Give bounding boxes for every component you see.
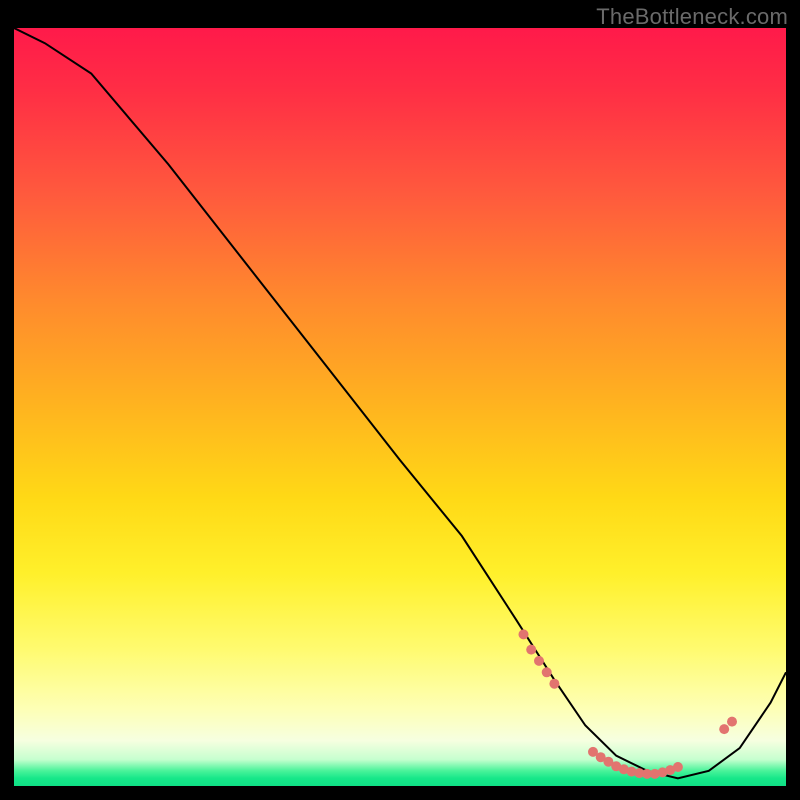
data-dot xyxy=(549,679,559,689)
curve-line xyxy=(14,28,786,778)
data-dot xyxy=(727,717,737,727)
data-dot xyxy=(673,762,683,772)
chart-container: TheBottleneck.com xyxy=(0,0,800,800)
data-dot xyxy=(719,724,729,734)
data-dot xyxy=(542,667,552,677)
data-dot xyxy=(526,645,536,655)
plot-area xyxy=(14,28,786,786)
data-dots xyxy=(519,629,738,779)
attribution-text: TheBottleneck.com xyxy=(596,4,788,30)
data-dot xyxy=(534,656,544,666)
bottleneck-curve xyxy=(14,28,786,786)
data-dot xyxy=(519,629,529,639)
